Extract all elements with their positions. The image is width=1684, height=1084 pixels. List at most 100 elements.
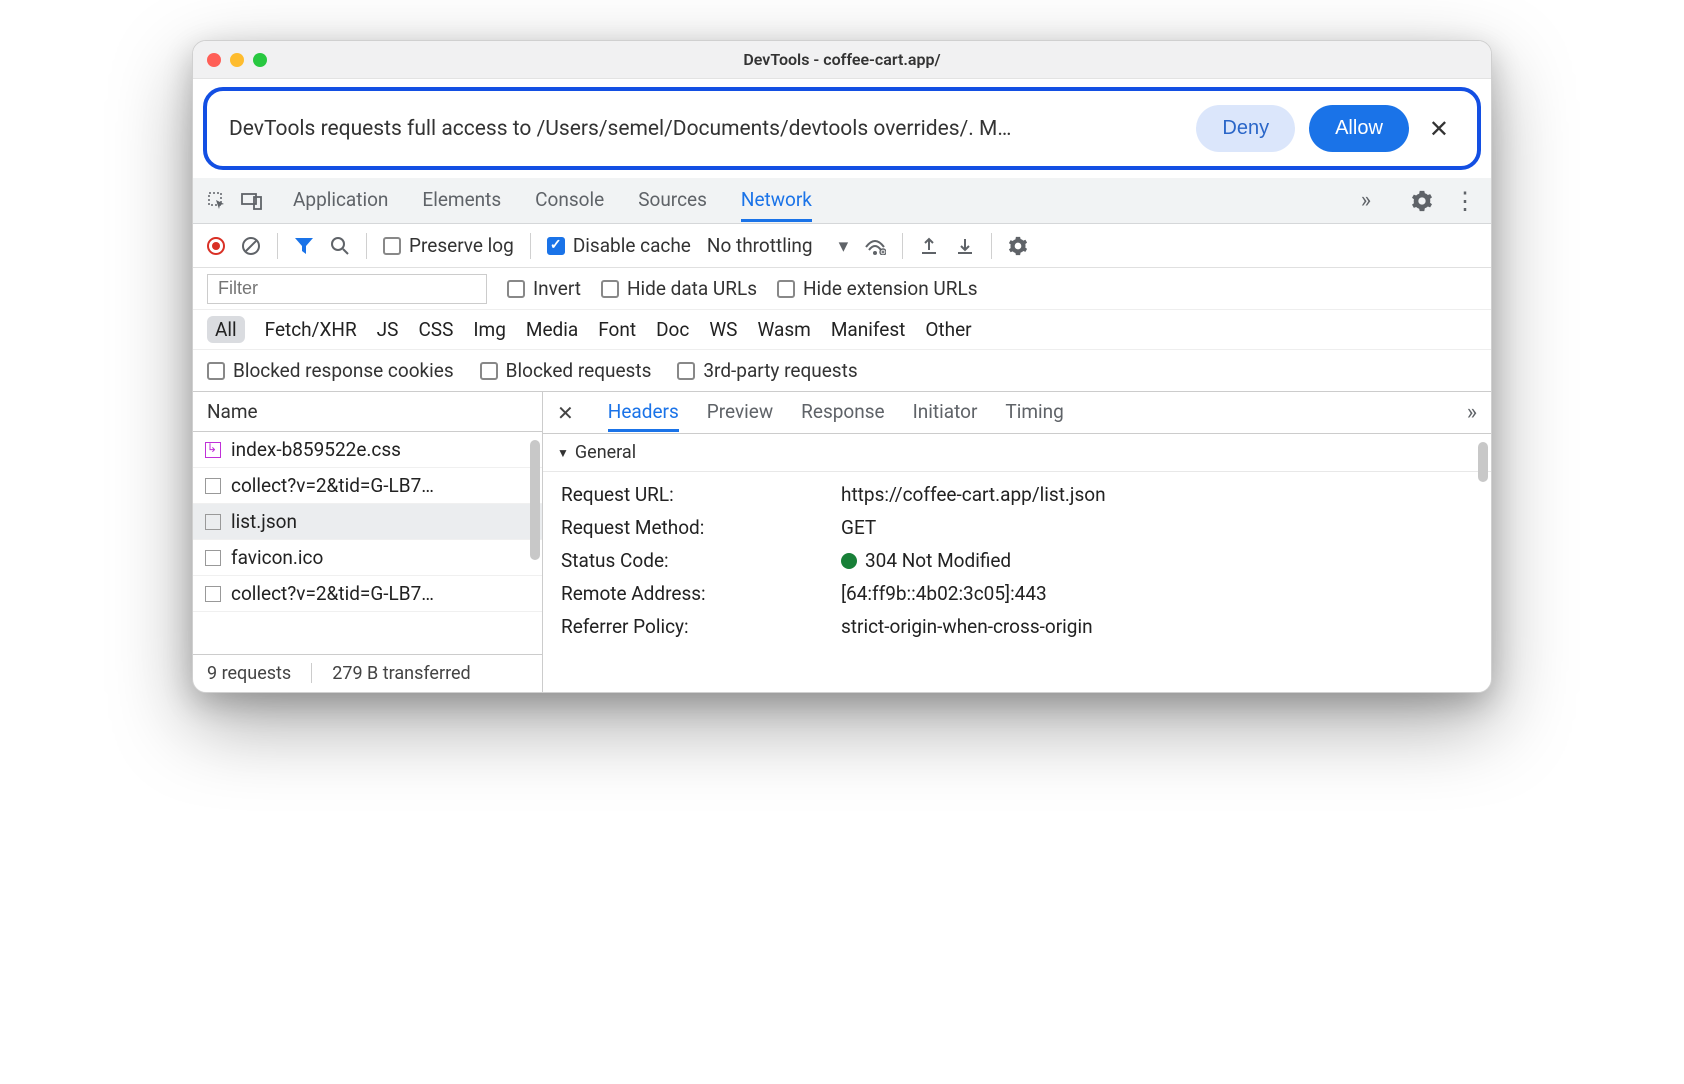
tab-elements[interactable]: Elements: [422, 180, 501, 222]
hide-extension-urls-checkbox[interactable]: Hide extension URLs: [777, 277, 978, 300]
header-row: Request Method:GET: [543, 511, 1491, 544]
detail-tab-response[interactable]: Response: [801, 394, 884, 432]
type-filter-js[interactable]: JS: [377, 318, 399, 341]
disable-cache-checkbox[interactable]: Disable cache: [547, 234, 691, 257]
more-detail-tabs-icon[interactable]: »: [1467, 400, 1477, 425]
request-name: collect?v=2&tid=G-LB7…: [231, 474, 434, 497]
permission-prompt: DevTools requests full access to /Users/…: [203, 87, 1481, 170]
kebab-menu-icon[interactable]: ⋮: [1453, 187, 1477, 215]
deny-button[interactable]: Deny: [1196, 105, 1295, 152]
detail-tab-initiator[interactable]: Initiator: [913, 394, 978, 432]
type-filter-fetch-xhr[interactable]: Fetch/XHR: [265, 318, 357, 341]
request-name: collect?v=2&tid=G-LB7…: [231, 582, 434, 605]
minimize-window-button[interactable]: [230, 53, 244, 67]
detail-tab-headers[interactable]: Headers: [608, 394, 679, 432]
hide-data-urls-checkbox[interactable]: Hide data URLs: [601, 277, 757, 300]
close-icon[interactable]: ✕: [1423, 115, 1455, 143]
blocked-requests-checkbox[interactable]: Blocked requests: [480, 359, 652, 382]
request-row[interactable]: list.json: [193, 504, 542, 540]
allow-button[interactable]: Allow: [1309, 105, 1409, 152]
window-title: DevTools - coffee-cart.app/: [743, 50, 940, 69]
filter-input[interactable]: [207, 274, 487, 304]
tab-sources[interactable]: Sources: [638, 180, 707, 222]
header-key: Request Method:: [561, 516, 841, 539]
detail-tab-preview[interactable]: Preview: [707, 394, 773, 432]
invert-checkbox[interactable]: Invert: [507, 277, 581, 300]
type-filter-ws[interactable]: WS: [709, 318, 737, 341]
device-toggle-icon[interactable]: [241, 192, 263, 210]
file-icon: [205, 586, 221, 602]
request-row[interactable]: index-b859522e.css: [193, 432, 542, 468]
type-filter-media[interactable]: Media: [526, 318, 578, 341]
request-row[interactable]: collect?v=2&tid=G-LB7…: [193, 468, 542, 504]
throttling-value: No throttling: [707, 234, 813, 257]
network-split-pane: Name index-b859522e.csscollect?v=2&tid=G…: [193, 392, 1491, 692]
inspect-icon[interactable]: [207, 191, 227, 211]
detail-tabs: ✕ HeadersPreviewResponseInitiatorTiming …: [543, 392, 1491, 434]
type-filter-other[interactable]: Other: [925, 318, 971, 341]
header-value: strict-origin-when-cross-origin: [841, 615, 1473, 638]
download-har-icon[interactable]: [955, 236, 975, 256]
resource-type-filters: All Fetch/XHR JS CSS Img Media Font Doc WS Wasm Ma…: [193, 310, 1491, 350]
tab-console[interactable]: Console: [535, 180, 604, 222]
request-row[interactable]: collect?v=2&tid=G-LB7…: [193, 576, 542, 612]
header-key: Status Code:: [561, 549, 841, 572]
search-icon[interactable]: [330, 236, 350, 256]
header-value: [64:ff9b::4b02:3c05]:443: [841, 582, 1473, 605]
header-key: Referrer Policy:: [561, 615, 841, 638]
preserve-log-checkbox[interactable]: Preserve log: [383, 234, 514, 257]
type-filter-manifest[interactable]: Manifest: [831, 318, 906, 341]
request-name: list.json: [231, 510, 297, 533]
permission-prompt-container: DevTools requests full access to /Users/…: [193, 79, 1491, 178]
maximize-window-button[interactable]: [253, 53, 267, 67]
scrollbar-thumb[interactable]: [1478, 442, 1488, 482]
disclosure-triangle-icon: ▼: [557, 446, 569, 460]
request-list-footer: 9 requests 279 B transferred: [193, 654, 542, 692]
filter-icon[interactable]: [294, 237, 314, 255]
tab-network[interactable]: Network: [741, 180, 812, 222]
network-conditions-icon[interactable]: [864, 237, 886, 255]
devtools-window: DevTools - coffee-cart.app/ DevTools req…: [192, 40, 1492, 693]
scrollbar-thumb[interactable]: [530, 440, 540, 560]
permission-prompt-text: DevTools requests full access to /Users/…: [229, 117, 1182, 141]
override-file-icon: [205, 442, 221, 458]
general-section-header[interactable]: ▼ General: [543, 434, 1491, 472]
third-party-checkbox[interactable]: 3rd-party requests: [677, 359, 857, 382]
type-filter-css[interactable]: CSS: [418, 318, 453, 341]
header-value: https://coffee-cart.app/list.json: [841, 483, 1473, 506]
header-value: GET: [841, 516, 1473, 539]
file-icon: [205, 514, 221, 530]
close-window-button[interactable]: [207, 53, 221, 67]
throttling-select[interactable]: No throttling ▾: [707, 234, 848, 257]
clear-icon[interactable]: [241, 236, 261, 256]
filter-row: Invert Hide data URLs Hide extension URL…: [193, 268, 1491, 310]
header-row: Remote Address:[64:ff9b::4b02:3c05]:443: [543, 577, 1491, 610]
type-filter-font[interactable]: Font: [598, 318, 636, 341]
transferred-size: 279 B transferred: [332, 663, 470, 684]
status-dot-icon: [841, 553, 857, 569]
header-row: Referrer Policy:strict-origin-when-cross…: [543, 610, 1491, 643]
type-filter-wasm[interactable]: Wasm: [757, 318, 810, 341]
header-row: Request URL:https://coffee-cart.app/list…: [543, 478, 1491, 511]
record-button[interactable]: [207, 237, 225, 255]
settings-gear-icon[interactable]: [1411, 190, 1433, 212]
blocked-filters-row: Blocked response cookies Blocked request…: [193, 350, 1491, 392]
general-section-title: General: [575, 442, 636, 463]
network-settings-gear-icon[interactable]: [1008, 236, 1028, 256]
header-key: Request URL:: [561, 483, 841, 506]
type-filter-all[interactable]: All: [207, 316, 245, 343]
request-detail-pane: ✕ HeadersPreviewResponseInitiatorTiming …: [543, 392, 1491, 692]
close-detail-icon[interactable]: ✕: [557, 401, 574, 425]
blocked-cookies-checkbox[interactable]: Blocked response cookies: [207, 359, 454, 382]
header-value: 304 Not Modified: [841, 549, 1473, 572]
network-toolbar: Preserve log Disable cache No throttling…: [193, 224, 1491, 268]
general-kv-list: Request URL:https://coffee-cart.app/list…: [543, 472, 1491, 649]
type-filter-img[interactable]: Img: [473, 318, 506, 341]
detail-tab-timing[interactable]: Timing: [1005, 394, 1063, 432]
request-row[interactable]: favicon.ico: [193, 540, 542, 576]
tab-application[interactable]: Application: [293, 180, 388, 222]
upload-har-icon[interactable]: [919, 236, 939, 256]
more-tabs-icon[interactable]: »: [1361, 188, 1371, 213]
main-tabs: Application Elements Console Sources Network: [293, 180, 1351, 222]
type-filter-doc[interactable]: Doc: [656, 318, 689, 341]
